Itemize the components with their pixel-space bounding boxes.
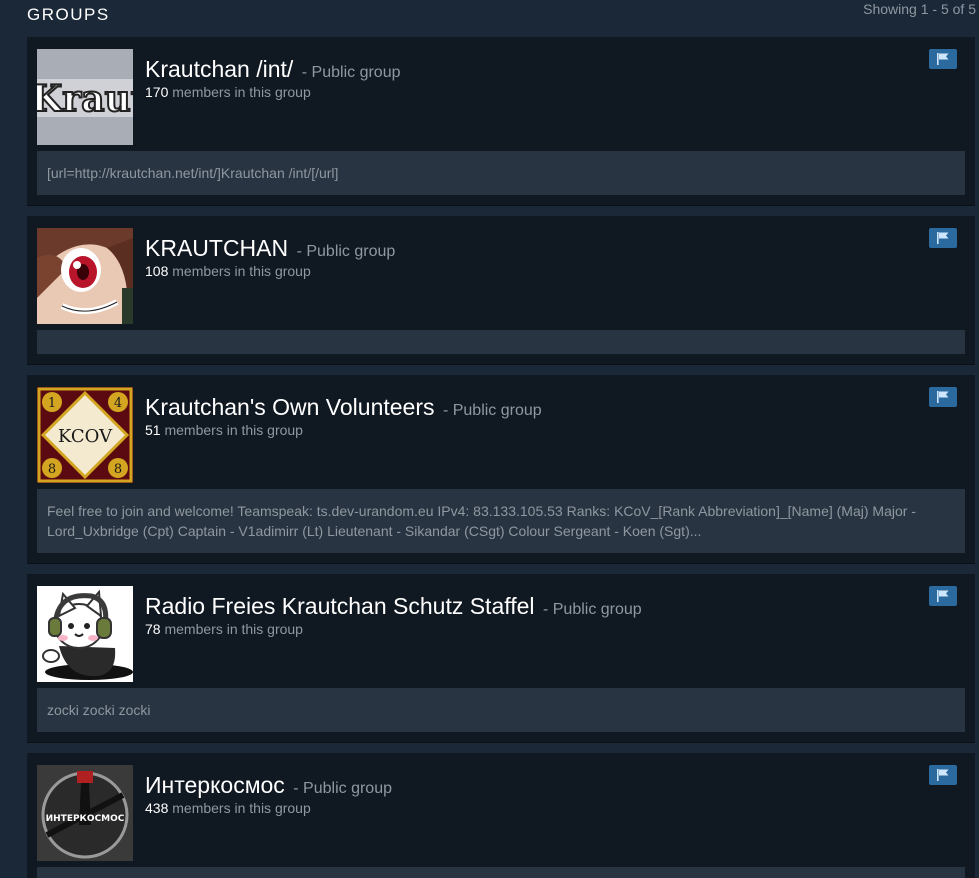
- group-avatar[interactable]: [37, 586, 133, 682]
- group-name-link[interactable]: Интеркосмос: [145, 772, 285, 798]
- member-count: 170: [145, 84, 169, 100]
- group-avatar[interactable]: ИНТЕРКОСМОС: [37, 765, 133, 861]
- member-info: 51 members in this group: [145, 422, 303, 438]
- group-card: KRAUTCHAN - Public group 108 members in …: [27, 216, 975, 365]
- section-title: GROUPS: [27, 5, 110, 24]
- member-label: members in this group: [172, 800, 311, 816]
- group-summary: Feel free to join and welcome! Teamspeak…: [37, 489, 965, 553]
- group-card: KCOV 1 4 8 8 Krautchan's Own Volunteers …: [27, 375, 975, 564]
- svg-text:KCOV: KCOV: [58, 426, 113, 447]
- group-name-link[interactable]: KRAUTCHAN: [145, 235, 288, 261]
- group-type: - Public group: [442, 402, 542, 419]
- member-info: 438 members in this group: [145, 800, 311, 816]
- group-title: Radio Freies Krautchan Schutz Staffel - …: [145, 593, 642, 620]
- group-type: - Public group: [542, 601, 642, 618]
- flag-icon: [937, 53, 949, 65]
- flag-icon: [937, 769, 949, 781]
- member-count: 108: [145, 263, 169, 279]
- report-flag-button[interactable]: [929, 765, 957, 785]
- group-summary: zocki zocki zocki: [37, 688, 965, 732]
- member-info: 108 members in this group: [145, 263, 311, 279]
- group-summary: [37, 330, 965, 354]
- svg-text:1: 1: [48, 396, 56, 411]
- group-avatar[interactable]: Kraut: [37, 49, 133, 145]
- member-count: 51: [145, 422, 161, 438]
- group-card: ИНТЕРКОСМОС Интеркосмос - Public group 4…: [27, 753, 975, 878]
- groups-page: GROUPS Showing 1 - 5 of 5 Kraut Krautcha…: [0, 0, 979, 878]
- member-info: 78 members in this group: [145, 621, 303, 637]
- group-summary: [url=http://krautchan.net/int/]Krautchan…: [37, 151, 965, 195]
- flag-icon: [937, 391, 949, 403]
- cat-headphones-avatar: [37, 586, 133, 682]
- svg-text:Kraut: Kraut: [37, 78, 133, 120]
- flag-icon: [937, 232, 949, 244]
- report-flag-button[interactable]: [929, 228, 957, 248]
- member-count: 438: [145, 800, 169, 816]
- report-flag-button[interactable]: [929, 387, 957, 407]
- anime-face-avatar: [37, 228, 133, 324]
- member-label: members in this group: [164, 621, 303, 637]
- flag-icon: [937, 590, 949, 602]
- group-title: KRAUTCHAN - Public group: [145, 235, 395, 262]
- krautchan-fraktur-logo: Kraut: [37, 49, 133, 145]
- svg-text:8: 8: [48, 462, 56, 477]
- svg-text:8: 8: [114, 462, 122, 477]
- member-count: 78: [145, 621, 161, 637]
- group-type: - Public group: [293, 780, 392, 797]
- group-summary: [37, 867, 965, 878]
- group-name-link[interactable]: Radio Freies Krautchan Schutz Staffel: [145, 593, 535, 619]
- report-flag-button[interactable]: [929, 49, 957, 69]
- group-list: Kraut Krautchan /int/ - Public group 170…: [27, 37, 975, 878]
- group-avatar[interactable]: [37, 228, 133, 324]
- kcov-emblem: KCOV 1 4 8 8: [37, 387, 133, 483]
- member-label: members in this group: [172, 84, 311, 100]
- group-card: Kraut Krautchan /int/ - Public group 170…: [27, 37, 975, 206]
- member-info: 170 members in this group: [145, 84, 311, 100]
- group-name-link[interactable]: Krautchan's Own Volunteers: [145, 394, 435, 420]
- svg-text:4: 4: [114, 396, 122, 411]
- interkosmos-logo: ИНТЕРКОСМОС: [37, 765, 133, 861]
- group-name-link[interactable]: Krautchan /int/: [145, 56, 293, 82]
- report-flag-button[interactable]: [929, 586, 957, 606]
- group-title: Интеркосмос - Public group: [145, 772, 392, 799]
- member-label: members in this group: [164, 422, 303, 438]
- member-label: members in this group: [172, 263, 311, 279]
- group-type: - Public group: [301, 64, 401, 81]
- group-title: Krautchan's Own Volunteers - Public grou…: [145, 394, 542, 421]
- showing-count: Showing 1 - 5 of 5: [863, 1, 976, 17]
- group-type: - Public group: [296, 243, 396, 260]
- group-title: Krautchan /int/ - Public group: [145, 56, 400, 83]
- group-card: Radio Freies Krautchan Schutz Staffel - …: [27, 574, 975, 743]
- group-avatar[interactable]: KCOV 1 4 8 8: [37, 387, 133, 483]
- svg-text:ИНТЕРКОСМОС: ИНТЕРКОСМОС: [46, 814, 125, 824]
